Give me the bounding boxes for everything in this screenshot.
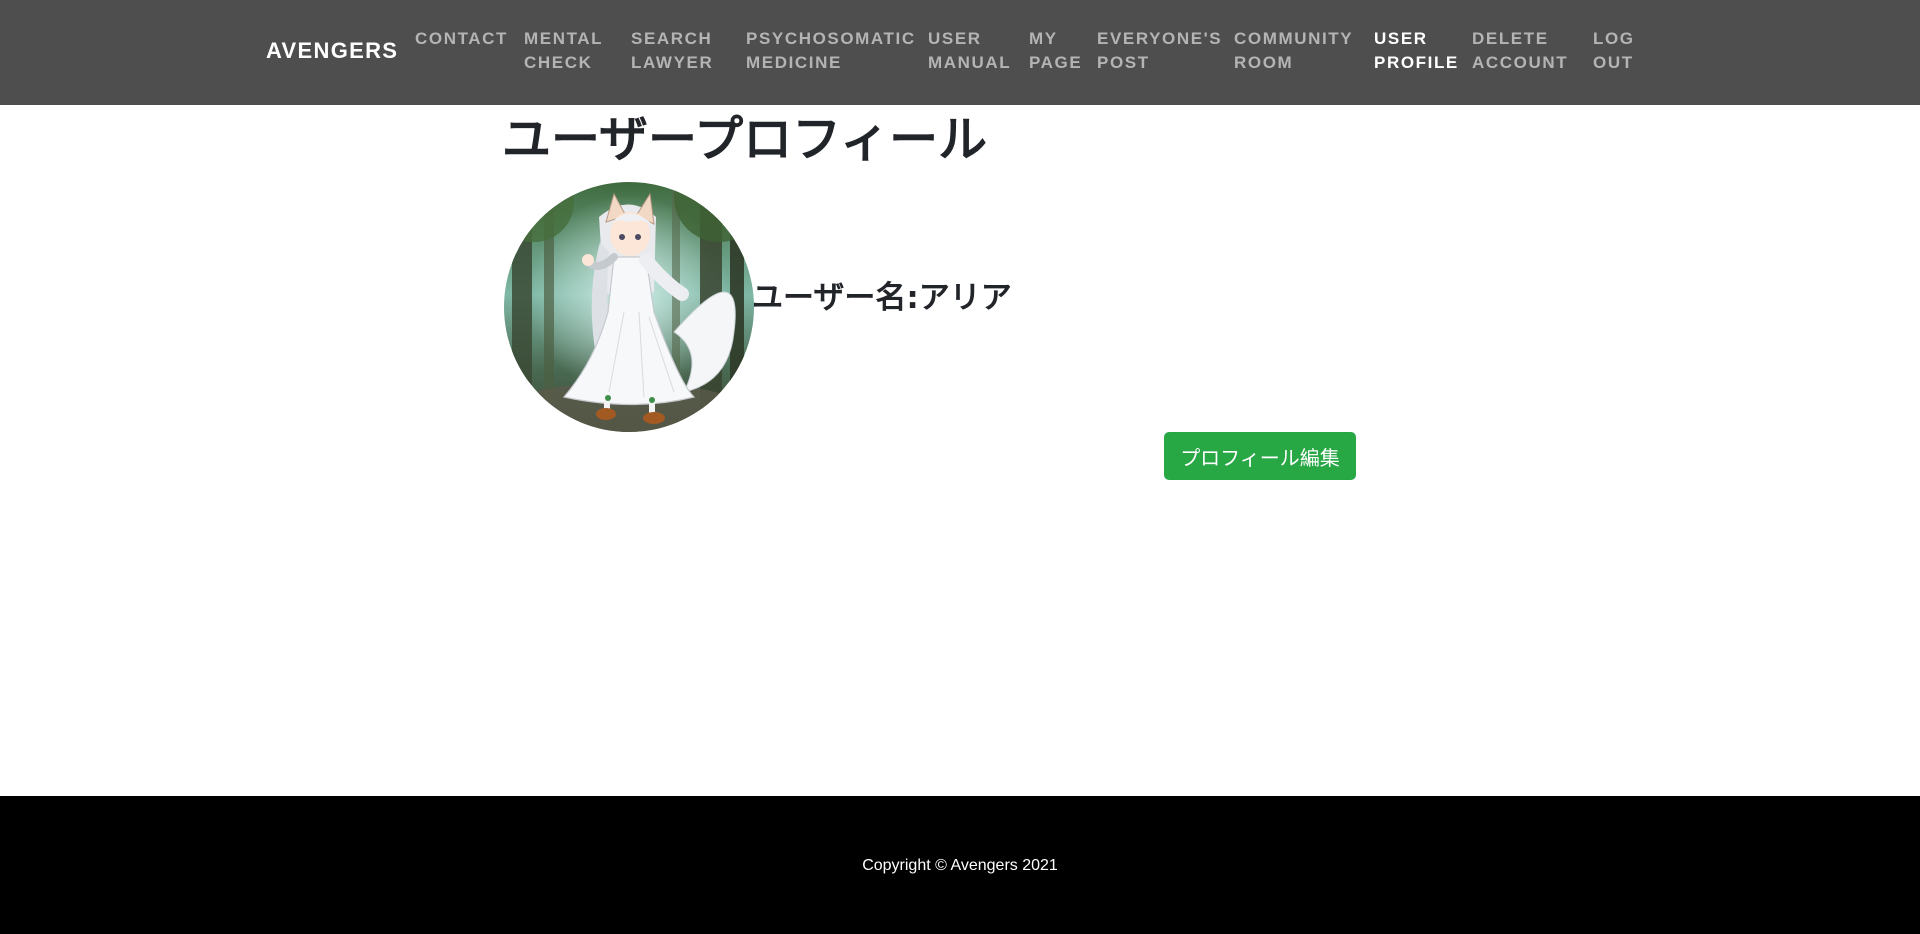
- nav-label: USER: [1374, 29, 1428, 48]
- nav-item-mental-check[interactable]: MENTAL CHECK: [524, 27, 603, 75]
- nav-label: CONTACT: [415, 29, 509, 48]
- nav-label: PAGE: [1029, 53, 1083, 72]
- nav-item-user-manual[interactable]: USER MANUAL: [928, 27, 1011, 75]
- nav-label: SEARCH: [631, 29, 713, 48]
- nav-item-search-lawyer[interactable]: SEARCH LAWYER: [631, 27, 713, 75]
- nav-label: COMMUNITY: [1234, 29, 1354, 48]
- nav-label: EVERYONE'S: [1097, 29, 1223, 48]
- nav-label: ACCOUNT: [1472, 53, 1569, 72]
- nav-item-my-page[interactable]: MY PAGE: [1029, 27, 1082, 75]
- edit-profile-button[interactable]: プロフィール編集: [1164, 432, 1356, 480]
- nav-label: MEDICINE: [746, 53, 842, 72]
- nav-item-psychosomatic-medicine[interactable]: PSYCHOSOMATIC MEDICINE: [746, 27, 916, 75]
- username: ユーザー名:アリア: [752, 280, 1012, 316]
- nav-label: POST: [1097, 53, 1150, 72]
- nav-label: DELETE: [1472, 29, 1549, 48]
- nav-item-contact[interactable]: CONTACT: [415, 27, 508, 51]
- nav-item-everyones-post[interactable]: EVERYONE'S POST: [1097, 27, 1222, 75]
- nav-label: PROFILE: [1374, 53, 1459, 72]
- nav-label: MANUAL: [928, 53, 1012, 72]
- navbar: AVENGERS CONTACT MENTAL CHECK SEARCH LAW…: [0, 0, 1920, 105]
- profile-avatar: [504, 182, 754, 432]
- page-title: ユーザープロフィール: [502, 111, 988, 168]
- nav-label: MY: [1029, 29, 1058, 48]
- nav-label: CHECK: [524, 53, 593, 72]
- nav-label: LOG: [1593, 29, 1635, 48]
- nav-item-log-out[interactable]: LOG OUT: [1593, 27, 1635, 75]
- nav-label: USER: [928, 29, 982, 48]
- nav-label: MENTAL: [524, 29, 604, 48]
- nav-label: ROOM: [1234, 53, 1294, 72]
- nav-label: PSYCHOSOMATIC: [746, 29, 916, 48]
- brand-logo[interactable]: AVENGERS: [266, 38, 398, 64]
- avatar-illustration: [504, 182, 754, 432]
- nav-label: LAWYER: [631, 53, 714, 72]
- nav-item-community-room[interactable]: COMMUNITY ROOM: [1234, 27, 1353, 75]
- nav-item-user-profile[interactable]: USER PROFILE: [1374, 27, 1459, 75]
- copyright-text: Copyright © Avengers 2021: [862, 857, 1058, 874]
- nav-item-delete-account[interactable]: DELETE ACCOUNT: [1472, 27, 1568, 75]
- nav-label: OUT: [1593, 53, 1634, 72]
